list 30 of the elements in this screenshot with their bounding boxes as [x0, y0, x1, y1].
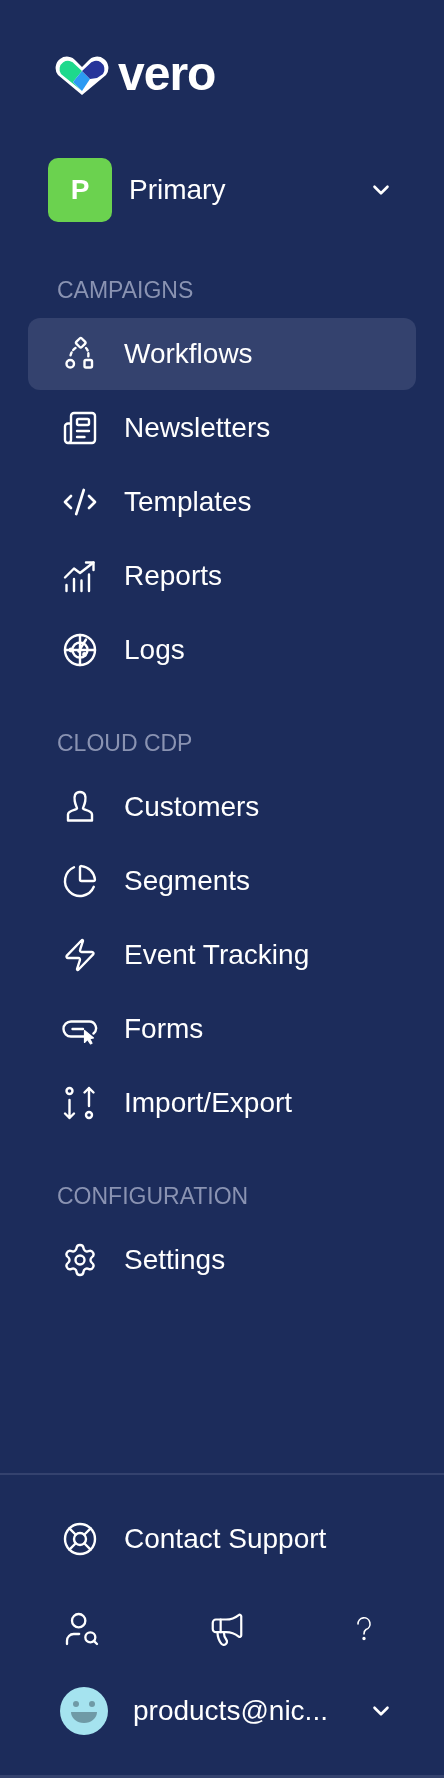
nav-item[interactable]: Customers: [28, 771, 416, 843]
nav-item[interactable]: Newsletters: [28, 392, 416, 464]
section-heading: CAMPAIGNS: [56, 277, 195, 304]
workspace-avatar: P: [48, 158, 112, 222]
nav-item[interactable]: Forms: [28, 993, 416, 1065]
radar-icon: [62, 632, 98, 668]
newspaper-icon: [62, 410, 98, 446]
nav-item[interactable]: Event Tracking: [28, 919, 416, 991]
settings-icon: [62, 1242, 98, 1278]
user-menu[interactable]: products@nic...: [0, 1687, 444, 1735]
workspace-name: Primary: [129, 173, 227, 207]
chart-icon: [62, 558, 98, 594]
nav-item[interactable]: Logs: [28, 614, 416, 686]
lifebuoy-icon: [62, 1521, 98, 1557]
contact-support-link[interactable]: Contact Support: [0, 1503, 444, 1575]
nav-item[interactable]: Import/Export: [28, 1067, 416, 1139]
lightning-icon: [62, 937, 98, 973]
user-email: products@nic...: [133, 1694, 329, 1728]
nav-item[interactable]: Settings: [28, 1224, 416, 1296]
section-heading: CONFIGURATION: [56, 1183, 250, 1210]
nav-item[interactable]: Reports: [28, 540, 416, 612]
nav-item[interactable]: Workflows: [28, 318, 416, 390]
logo-text: vero: [118, 50, 216, 98]
nav-item[interactable]: Templates: [28, 466, 416, 538]
workspace-switcher[interactable]: P Primary: [48, 158, 394, 222]
arrows-icon: [62, 1085, 98, 1121]
nav-item[interactable]: Segments: [28, 845, 416, 917]
pie-chart-icon: [62, 863, 98, 899]
section-heading: CLOUD CDP: [56, 730, 194, 757]
smiley-avatar-icon: [60, 1687, 108, 1735]
